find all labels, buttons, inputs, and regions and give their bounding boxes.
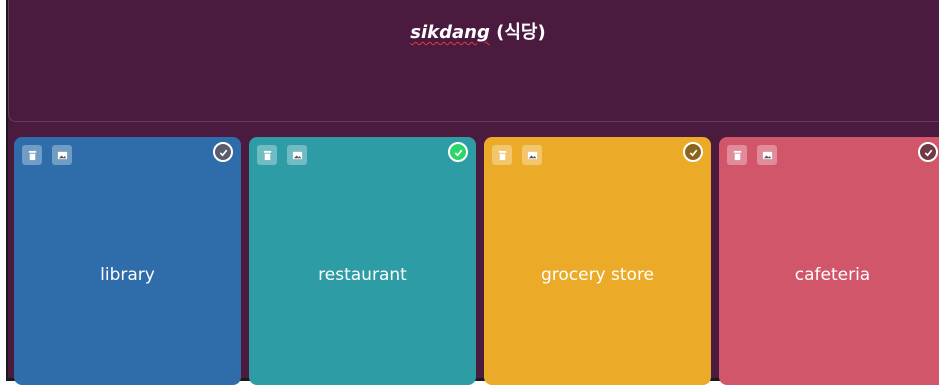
image-icon xyxy=(527,151,537,159)
image-button[interactable] xyxy=(52,145,72,165)
check-icon xyxy=(219,149,227,156)
check-icon xyxy=(924,149,932,156)
answer-card-restaurant[interactable]: restaurant xyxy=(249,137,476,385)
delete-button[interactable] xyxy=(727,145,747,165)
trash-icon xyxy=(733,150,741,160)
image-button[interactable] xyxy=(287,145,307,165)
question-panel: sikdang (식당) xyxy=(8,0,939,122)
image-button[interactable] xyxy=(522,145,542,165)
card-label: grocery store xyxy=(540,265,655,285)
card-label: restaurant xyxy=(318,265,407,285)
image-icon xyxy=(762,151,772,159)
delete-button[interactable] xyxy=(257,145,277,165)
correct-toggle[interactable] xyxy=(448,142,468,162)
correct-toggle[interactable] xyxy=(918,142,938,162)
answer-card-cafeteria[interactable]: cafeteria xyxy=(719,137,939,385)
image-button[interactable] xyxy=(757,145,777,165)
question-text: sikdang (식당) xyxy=(9,18,939,44)
card-label: cafeteria xyxy=(794,265,871,285)
correct-toggle[interactable] xyxy=(213,142,233,162)
trash-icon xyxy=(498,150,506,160)
trash-icon xyxy=(263,150,271,160)
card-label: library xyxy=(100,265,155,285)
delete-button[interactable] xyxy=(22,145,42,165)
image-icon xyxy=(292,151,302,159)
question-hangul: (식당) xyxy=(496,22,546,43)
question-word: sikdang xyxy=(410,22,490,43)
answer-card-grocery-store[interactable]: grocery store xyxy=(484,137,711,385)
image-icon xyxy=(57,151,67,159)
correct-toggle[interactable] xyxy=(683,142,703,162)
trash-icon xyxy=(28,150,36,160)
check-icon xyxy=(454,149,462,156)
answer-card-library[interactable]: library xyxy=(14,137,241,385)
delete-button[interactable] xyxy=(492,145,512,165)
check-icon xyxy=(689,149,697,156)
